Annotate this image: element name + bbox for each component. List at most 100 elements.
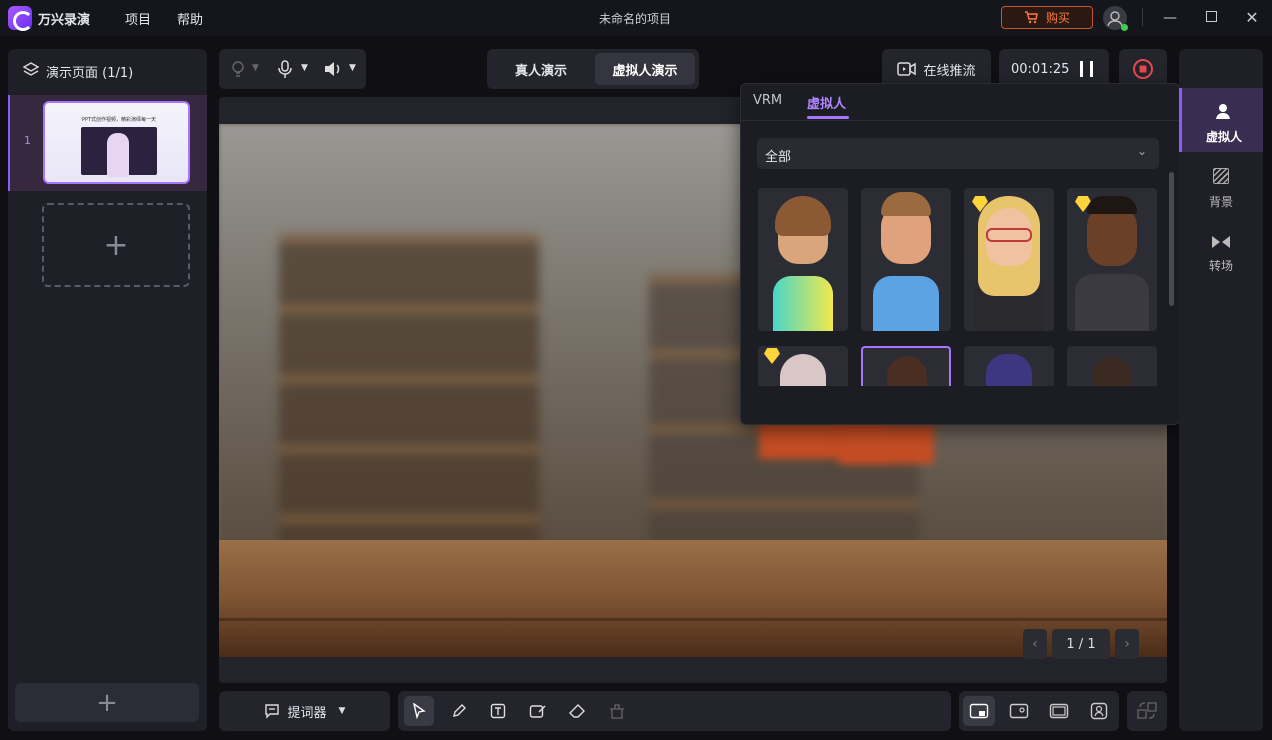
add-page-button[interactable]: +	[15, 683, 199, 722]
avatar-body	[873, 276, 939, 331]
scrollbar-thumb[interactable]	[1169, 172, 1174, 306]
pen-icon[interactable]	[444, 696, 474, 726]
text-tool-icon[interactable]	[483, 696, 513, 726]
maximize-icon[interactable]	[1201, 8, 1221, 28]
video-camera-icon	[897, 62, 917, 76]
eraser-icon[interactable]	[562, 696, 592, 726]
chevron-down-icon[interactable]: ▼	[252, 63, 259, 73]
divider	[1142, 8, 1143, 26]
annotation-toolbar	[398, 691, 951, 731]
avatar-hair	[986, 354, 1032, 386]
slide-row-selected[interactable]: 1 PPT式创作视频，精彩演绎每一天	[8, 95, 207, 191]
live-stream-label: 在线推流	[923, 63, 976, 79]
tab-avatar[interactable]: 虚拟人	[807, 93, 846, 112]
layout-screen-only-icon[interactable]	[1043, 696, 1075, 726]
avatar-hair	[780, 354, 826, 386]
buy-label: 购买	[1045, 11, 1070, 25]
premium-diamond-icon	[764, 348, 780, 364]
layout-picture-in-picture-icon[interactable]	[963, 696, 995, 726]
right-sidebar: 虚拟人 背景 转场	[1179, 49, 1263, 731]
avatar-card[interactable]	[1067, 188, 1157, 331]
chevron-down-icon: ⌄	[1136, 144, 1147, 158]
active-tab-indicator	[807, 116, 849, 119]
minimize-icon[interactable]: —	[1160, 8, 1180, 28]
thumb-title: PPT式创作视频，精彩演绎每一天	[81, 117, 157, 123]
menu-item-project[interactable]: 项目	[125, 9, 151, 28]
background-icon	[1213, 168, 1229, 184]
avatar-hair	[881, 192, 931, 216]
app-name: 万兴录演	[38, 13, 91, 28]
avatar-card-selected[interactable]	[861, 346, 951, 386]
shape-edit-icon[interactable]	[523, 696, 553, 726]
add-slide-button[interactable]: +	[42, 203, 190, 287]
slide-number: 1	[24, 134, 31, 147]
chevron-down-icon[interactable]: ▼	[349, 63, 356, 73]
avatar-body	[773, 276, 833, 331]
layout-presenter-only-icon[interactable]	[1083, 696, 1115, 726]
layers-icon	[22, 61, 40, 83]
sidebar-item-avatar[interactable]: 虚拟人	[1179, 88, 1263, 152]
avatar-card[interactable]	[1067, 346, 1157, 386]
chevron-down-icon[interactable]: ▼	[301, 63, 308, 73]
pointer-icon[interactable]	[404, 696, 434, 726]
buy-button[interactable]: 购买	[1001, 6, 1093, 29]
category-select-value: 全部	[765, 150, 792, 165]
sidebar-item-label: 背景	[1208, 195, 1233, 209]
close-icon[interactable]: ✕	[1242, 8, 1262, 28]
sidebar-item-label: 转场	[1208, 259, 1233, 273]
slides-panel-title: 演示页面 (1/1)	[46, 66, 134, 81]
pause-icon[interactable]	[1080, 61, 1093, 77]
sidebar-item-transition[interactable]: 转场	[1179, 224, 1263, 280]
avatar-hair	[1093, 356, 1131, 386]
avatar-card[interactable]	[964, 346, 1054, 386]
device-controls: ▼ ▼ ▼	[219, 49, 366, 89]
thumb-presenter	[107, 133, 129, 177]
slide-thumbnail[interactable]: PPT式创作视频，精彩演绎每一天	[43, 101, 190, 184]
speaker-icon[interactable]	[323, 60, 343, 82]
avatar-card[interactable]	[758, 346, 848, 386]
swap-icon	[1137, 702, 1157, 719]
desk-edge	[219, 618, 1167, 621]
glasses-icon	[986, 228, 1032, 242]
menu-item-help[interactable]: 帮助	[177, 9, 203, 28]
teleprompter-icon	[264, 704, 279, 719]
bookshelf-left	[279, 234, 539, 544]
user-avatar-icon[interactable]	[1103, 6, 1128, 31]
teleprompter-label: 提词器	[287, 705, 327, 721]
timer-text: 00:01:25	[1011, 62, 1070, 77]
tab-real-presenter[interactable]: 真人演示	[491, 53, 591, 85]
camera-light-icon[interactable]	[229, 60, 247, 82]
avatar-person-icon	[1214, 102, 1232, 124]
avatar-body	[1075, 274, 1149, 331]
category-select[interactable]: 全部 ⌄	[757, 138, 1159, 169]
app-logo-icon	[8, 6, 33, 31]
transition-icon	[1211, 234, 1231, 253]
prev-page-button[interactable]: ‹	[1023, 629, 1047, 659]
clear-all-icon[interactable]	[602, 696, 632, 726]
slides-panel: 演示页面 (1/1) 1 PPT式创作视频，精彩演绎每一天 + +	[8, 49, 207, 731]
avatar-card[interactable]	[861, 188, 951, 331]
avatar-hair	[1087, 196, 1137, 214]
avatar-hair	[887, 356, 927, 386]
mode-tabs: 真人演示 虚拟人演示	[487, 49, 699, 89]
tab-virtual-presenter[interactable]: 虚拟人演示	[595, 53, 695, 85]
divider	[741, 120, 1179, 121]
microphone-icon[interactable]	[276, 59, 294, 83]
avatar-hair	[775, 196, 831, 236]
cart-icon	[1024, 11, 1038, 24]
layout-side-icon[interactable]	[1003, 696, 1035, 726]
orange-box	[839, 424, 934, 464]
avatar-card[interactable]	[964, 188, 1054, 331]
project-title: 未命名的项目	[599, 12, 672, 26]
avatar-card[interactable]	[758, 188, 848, 331]
stop-record-icon	[1133, 59, 1153, 79]
teleprompter-button[interactable]: 提词器 ▼	[219, 691, 390, 731]
page-indicator: 1 / 1	[1052, 629, 1110, 659]
swap-layout-button[interactable]	[1127, 691, 1167, 731]
title-bar: 万兴录演 项目 帮助 未命名的项目 购买 — ✕	[0, 0, 1272, 36]
sidebar-item-background[interactable]: 背景	[1179, 160, 1263, 216]
next-page-button[interactable]: ›	[1115, 629, 1139, 659]
sidebar-item-label: 虚拟人	[1205, 130, 1242, 144]
chevron-down-icon: ▼	[338, 706, 346, 716]
tab-vrm[interactable]: VRM	[753, 93, 782, 108]
